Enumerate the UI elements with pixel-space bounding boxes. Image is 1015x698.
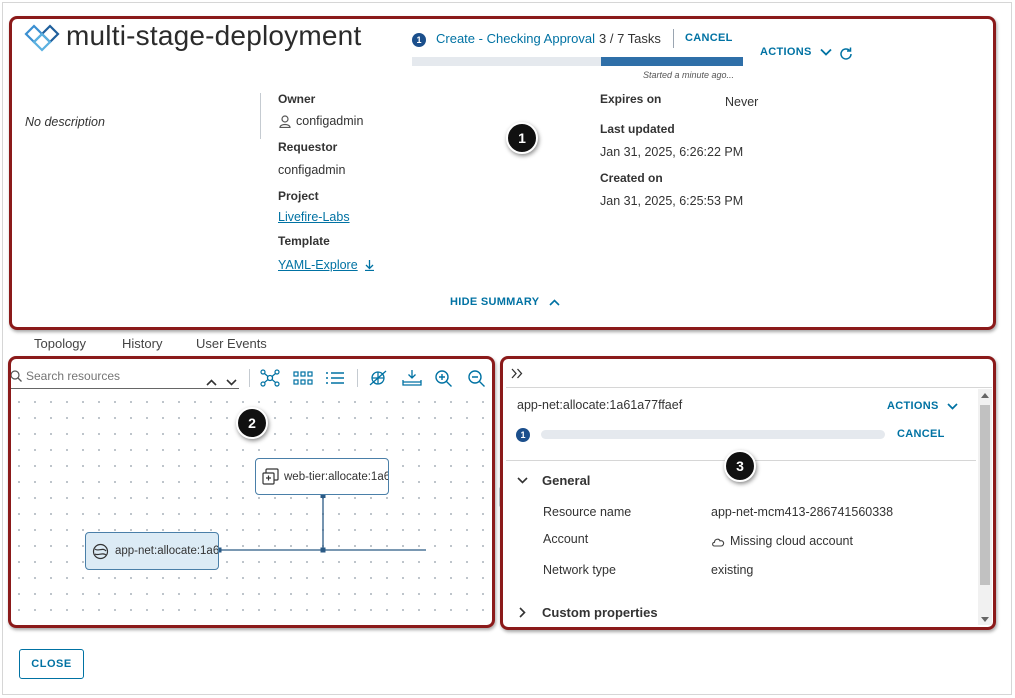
expires-value: Never [725,95,759,109]
chevron-right-icon [519,607,526,618]
topology-node-web-tier[interactable]: web-tier:allocate:1a6 [255,458,389,495]
last-updated-label: Last updated [600,122,675,136]
actions-label: ACTIONS [887,400,939,412]
custom-properties-title: Custom properties [542,605,658,620]
chevron-down-icon [819,48,832,56]
resource-progress-bar [541,430,885,439]
expand-panel-icon[interactable] [511,366,523,384]
cancel-button[interactable]: CANCEL [685,32,733,44]
account-value: Missing cloud account [730,534,853,548]
expires-label: Expires on [600,92,662,106]
node-label: app-net:allocate:1a61 [115,545,219,557]
started-text: Started a minute ago... [643,70,735,80]
resource-cancel-button[interactable]: CANCEL [897,428,945,440]
chevron-up-icon [549,298,560,306]
refresh-icon[interactable] [838,46,854,67]
panel-divider [506,387,992,388]
cloud-icon [712,538,725,547]
callout-badge-1: 1 [506,122,538,154]
actions-label: ACTIONS [760,46,812,58]
network-icon [92,543,109,559]
resource-name-value: app-net-mcm413-286741560338 [711,505,894,519]
topology-node-app-net[interactable]: app-net:allocate:1a61 [85,532,219,570]
compute-icon [262,468,279,485]
close-button[interactable]: CLOSE [19,649,84,679]
network-type-label: Network type [543,563,616,577]
created-label: Created on [600,171,663,185]
general-section-toggle[interactable]: General [517,473,590,488]
last-updated-value: Jan 31, 2025, 6:26:22 PM [600,145,744,159]
custom-properties-toggle[interactable]: Custom properties [519,605,658,620]
created-value: Jan 31, 2025, 6:25:53 PM [600,194,744,208]
divider [673,29,674,48]
progress-fill [601,57,743,66]
node-label: web-tier:allocate:1a6 [284,470,389,483]
account-label: Account [543,532,589,546]
resource-name-label: Resource name [543,505,632,519]
account-field: Missing cloud account [711,534,853,548]
callout-badge-2: 2 [236,407,268,439]
general-section-title: General [542,473,591,488]
topology-connectors [216,493,426,553]
scroll-up-icon[interactable] [981,393,989,398]
details-scrollbar[interactable] [978,389,992,625]
callout-badge-3: 3 [724,450,756,482]
resource-title: app-net:allocate:1a61a77ffaef [517,398,683,412]
chevron-down-icon [517,477,528,484]
resource-step-badge: 1 [516,428,530,442]
scrollbar-thumb[interactable] [980,405,990,585]
chevron-down-icon [947,402,958,410]
network-type-value: existing [711,563,754,577]
actions-dropdown[interactable]: ACTIONS [760,46,832,58]
splitter-handle[interactable] [499,487,503,507]
tasks-count: 3 / 7 Tasks [599,31,661,46]
scroll-down-icon[interactable] [981,617,989,622]
resource-actions-dropdown[interactable]: ACTIONS [887,400,958,412]
